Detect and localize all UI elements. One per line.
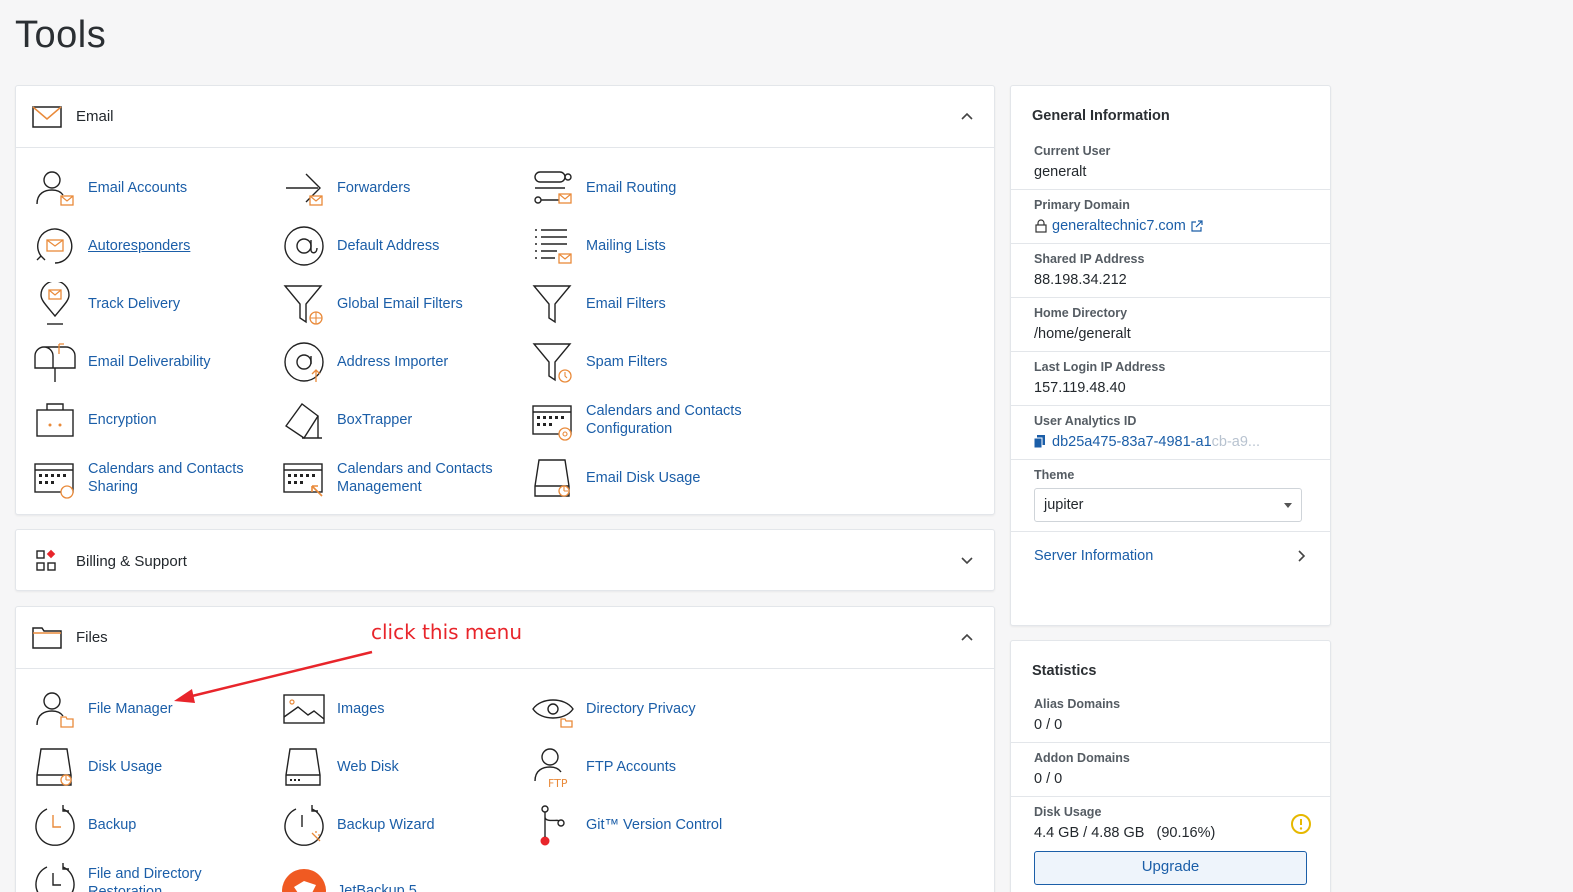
primary-domain-label: Primary Domain xyxy=(1034,198,1130,212)
home-dir-value: /home/generalt xyxy=(1034,326,1131,342)
theme-label: Theme xyxy=(1034,468,1075,482)
copy-icon[interactable] xyxy=(1034,435,1046,449)
lock-icon xyxy=(1035,219,1047,233)
current-user-row: Current User generalt xyxy=(1011,136,1330,190)
disk-usage-value: 4.4 GB / 4.88 GB (90.16%) xyxy=(1034,825,1216,841)
analytics-id-faded: cb-a9... xyxy=(1211,434,1261,450)
current-user-value: generalt xyxy=(1034,164,1087,180)
analytics-label: User Analytics ID xyxy=(1034,414,1137,428)
chevron-right-icon[interactable] xyxy=(1295,549,1307,563)
current-user-label: Current User xyxy=(1034,144,1111,158)
last-login-row: Last Login IP Address 157.119.48.40 xyxy=(1011,352,1330,406)
theme-select[interactable]: jupiter xyxy=(1034,488,1302,522)
addon-domains-value: 0 / 0 xyxy=(1034,771,1063,787)
addon-domains-row: Addon Domains 0 / 0 xyxy=(1011,743,1330,797)
external-link-icon[interactable] xyxy=(1190,219,1204,233)
general-info-title: General Information xyxy=(1032,108,1170,124)
home-dir-row: Home Directory /home/generalt xyxy=(1011,298,1330,352)
server-info-link[interactable]: Server Information xyxy=(1034,548,1153,564)
last-login-label: Last Login IP Address xyxy=(1034,360,1166,374)
disk-usage-label: Disk Usage xyxy=(1034,805,1102,819)
statistics-title: Statistics xyxy=(1032,663,1097,679)
caret-down-icon xyxy=(1284,503,1292,508)
theme-row: Theme jupiter xyxy=(1011,460,1330,532)
shared-ip-row: Shared IP Address 88.198.34.212 xyxy=(1011,244,1330,298)
shared-ip-value: 88.198.34.212 xyxy=(1034,272,1127,288)
server-info-row[interactable]: Server Information xyxy=(1011,532,1330,580)
shared-ip-label: Shared IP Address xyxy=(1034,252,1145,266)
primary-domain-link[interactable]: generaltechnic7.com xyxy=(1052,218,1186,234)
analytics-id[interactable]: db25a475-83a7-4981-a1 xyxy=(1052,434,1212,450)
alias-domains-row: Alias Domains 0 / 0 xyxy=(1011,689,1330,743)
annotation-arrow xyxy=(174,650,373,703)
warning-icon xyxy=(1291,814,1311,834)
alias-domains-value: 0 / 0 xyxy=(1034,717,1063,733)
upgrade-button[interactable]: Upgrade xyxy=(1034,851,1307,885)
disk-usage-row: Disk Usage 4.4 GB / 4.88 GB (90.16%) Upg… xyxy=(1011,797,1330,892)
last-login-value: 157.119.48.40 xyxy=(1034,380,1126,396)
primary-domain-row: Primary Domain generaltechnic7.com xyxy=(1011,190,1330,244)
general-info-panel: General Information Current User general… xyxy=(1010,85,1331,626)
statistics-panel: Statistics Alias Domains 0 / 0 Addon Dom… xyxy=(1010,640,1331,892)
alias-domains-label: Alias Domains xyxy=(1034,697,1121,711)
analytics-row: User Analytics ID db25a475-83a7-4981-a1 c… xyxy=(1011,406,1330,460)
addon-domains-label: Addon Domains xyxy=(1034,751,1130,765)
theme-select-value: jupiter xyxy=(1044,497,1084,513)
home-dir-label: Home Directory xyxy=(1034,306,1128,320)
